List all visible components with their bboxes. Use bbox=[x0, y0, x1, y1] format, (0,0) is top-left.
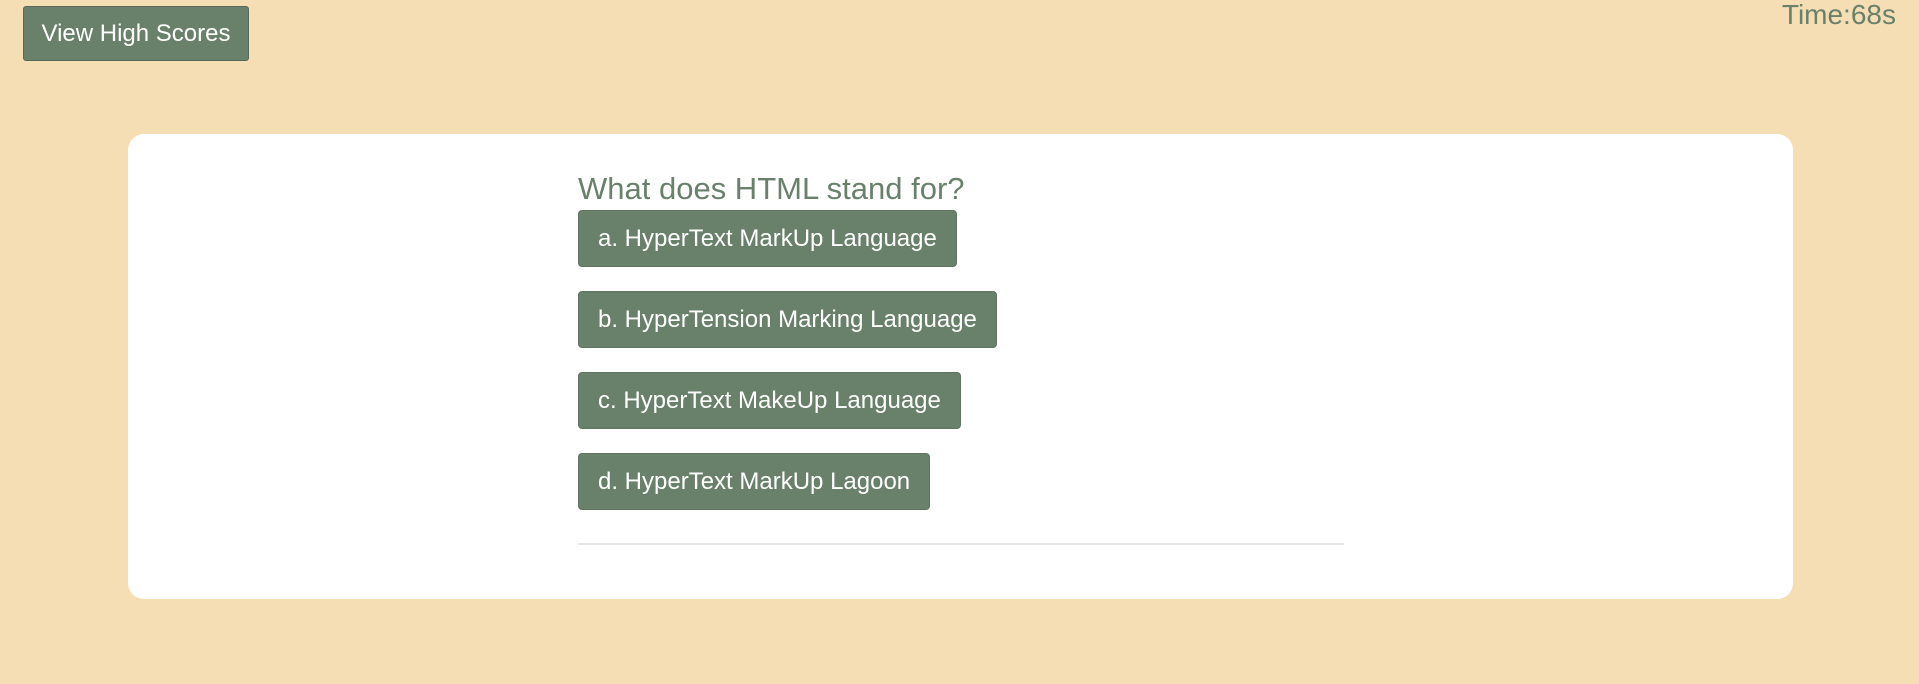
answer-b-button[interactable]: b. HyperTension Marking Language bbox=[578, 291, 997, 348]
answer-d-button[interactable]: d. HyperText MarkUp Lagoon bbox=[578, 453, 931, 510]
quiz-container: What does HTML stand for? a. HyperText M… bbox=[578, 168, 1344, 534]
timer-value: 68s bbox=[1850, 0, 1896, 30]
quiz-page: View High Scores Time: 68s What does HTML… bbox=[0, 0, 1919, 684]
timer: Time: 68s bbox=[1782, 0, 1896, 30]
answer-a-button[interactable]: a. HyperText MarkUp Language bbox=[578, 210, 957, 267]
result-divider bbox=[578, 543, 1344, 545]
answer-item: a. HyperText MarkUp Language bbox=[578, 210, 1344, 267]
answer-item: c. HyperText MakeUp Language bbox=[578, 372, 1344, 429]
answer-item: b. HyperTension Marking Language bbox=[578, 291, 1344, 348]
answer-list: a. HyperText MarkUp Language b. HyperTen… bbox=[578, 210, 1344, 510]
answer-c-button[interactable]: c. HyperText MakeUp Language bbox=[578, 372, 961, 429]
view-high-scores-button[interactable]: View High Scores bbox=[23, 6, 249, 61]
question-text: What does HTML stand for? bbox=[578, 171, 965, 206]
answer-item: d. HyperText MarkUp Lagoon bbox=[578, 453, 1344, 510]
question-card: What does HTML stand for? a. HyperText M… bbox=[128, 134, 1793, 599]
timer-label: Time: bbox=[1781, 0, 1851, 30]
